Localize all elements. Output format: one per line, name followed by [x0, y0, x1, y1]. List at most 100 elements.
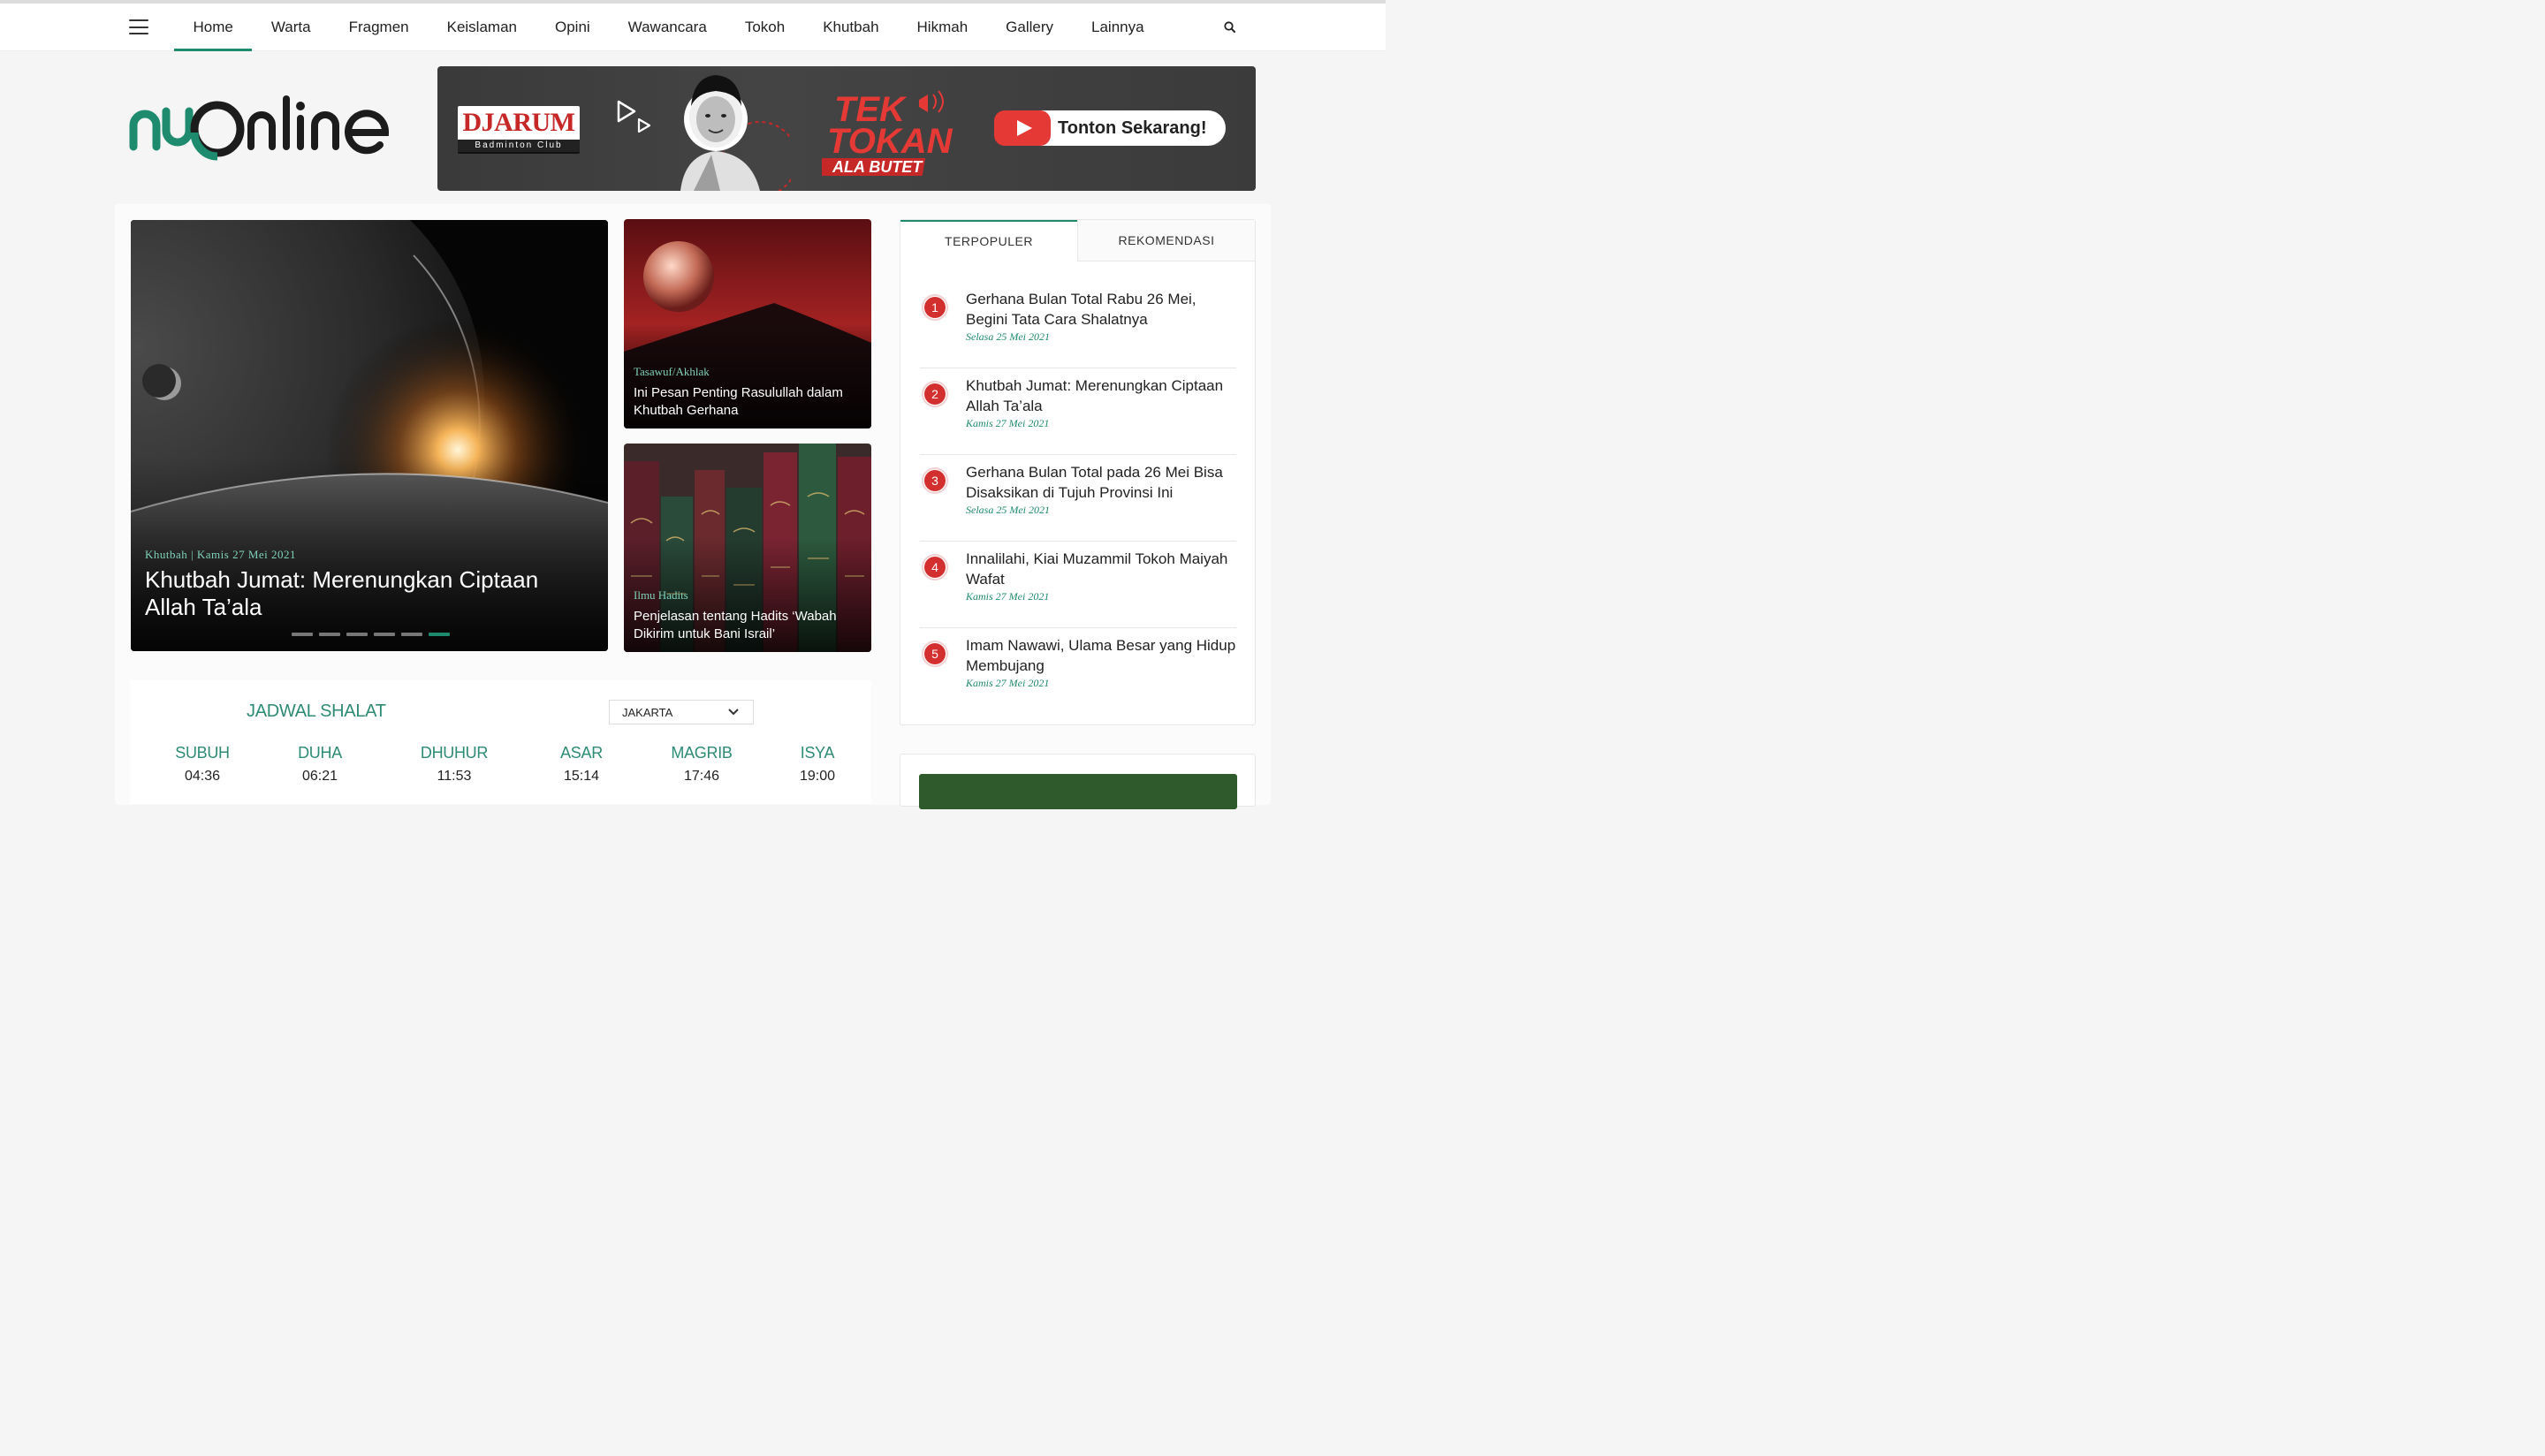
rank-number: 2 — [924, 383, 946, 405]
search-icon[interactable] — [1223, 20, 1237, 34]
popular-list: 1 Gerhana Bulan Total Rabu 26 Mei, Begin… — [920, 282, 1236, 715]
prayer-clock: 11:53 — [437, 769, 472, 784]
watch-now-label: Tonton Sekarang! — [1058, 118, 1207, 138]
slider-dot-5[interactable] — [401, 633, 422, 636]
campaign-line-3: ALA BUTET — [832, 158, 923, 176]
prayer-time-asar: ASAR 15:14 — [533, 744, 630, 785]
prayer-time-magrib: MAGRIB 17:46 — [653, 744, 750, 785]
prayer-time-isya: ISYA 19:00 — [769, 744, 866, 785]
slider-dot-1[interactable] — [292, 633, 313, 636]
nav-item-khutbah[interactable]: Khutbah — [804, 4, 898, 51]
watch-now-button[interactable]: Tonton Sekarang! — [994, 110, 1226, 146]
athlete-photo — [680, 75, 791, 191]
list-item[interactable]: 1 Gerhana Bulan Total Rabu 26 Mei, Begin… — [920, 282, 1236, 368]
prayer-time-subuh: SUBUH 04:36 — [154, 744, 251, 785]
slider-dot-4[interactable] — [374, 633, 395, 636]
play-icon — [617, 100, 651, 133]
popular-panel: TERPOPULER REKOMENDASI 1 Gerhana Bulan T… — [900, 219, 1256, 725]
djarum-brand: DJARUM — [462, 108, 575, 137]
nav-item-fragmen[interactable]: Fragmen — [330, 4, 428, 51]
side-article-title[interactable]: Penjelasan tentang Hadits ‘Wabah Dikirim… — [634, 608, 863, 643]
rank-number: 4 — [924, 557, 946, 578]
list-item[interactable]: 3 Gerhana Bulan Total pada 26 Mei Bisa D… — [920, 455, 1236, 542]
list-item[interactable]: 5 Imam Nawawi, Ulama Besar yang Hidup Me… — [920, 628, 1236, 715]
popular-date: Selasa 25 Mei 2021 — [966, 330, 1050, 343]
list-item[interactable]: 4 Innalilahi, Kiai Muzammil Tokoh Maiyah… — [920, 542, 1236, 628]
nav-item-tokoh[interactable]: Tokoh — [726, 4, 803, 51]
secondary-widget — [900, 754, 1256, 809]
prayer-clock: 06:21 — [301, 769, 338, 784]
prayer-name: ISYA — [800, 744, 835, 762]
prayer-schedule: JADWAL SHALAT JAKARTA SUBUH 04:36 DUHA 0… — [130, 680, 871, 804]
popular-title[interactable]: Khutbah Jumat: Merenungkan Ciptaan Allah… — [966, 375, 1236, 416]
popular-date: Selasa 25 Mei 2021 — [966, 504, 1050, 516]
side-article-eclipse[interactable]: Tasawuf/Akhlak Ini Pesan Penting Rasulul… — [624, 219, 871, 428]
rank-number: 3 — [924, 470, 946, 491]
prayer-title: JADWAL SHALAT — [247, 701, 386, 721]
list-item[interactable]: 2 Khutbah Jumat: Merenungkan Ciptaan All… — [920, 368, 1236, 455]
rank-badge: 1 — [922, 294, 948, 321]
slider-dot-6[interactable] — [429, 633, 450, 636]
youtube-icon — [994, 110, 1051, 146]
popular-date: Kamis 27 Mei 2021 — [966, 590, 1050, 603]
tab-bar: TERPOPULER REKOMENDASI — [900, 220, 1255, 262]
city-value: JAKARTA — [622, 706, 673, 719]
nav-item-wawancara[interactable]: Wawancara — [609, 4, 726, 51]
rank-badge: 2 — [922, 381, 948, 407]
nav-item-opini[interactable]: Opini — [536, 4, 609, 51]
nav-menu: Home Warta Fragmen Keislaman Opini Wawan… — [174, 4, 1163, 51]
main-nav: Home Warta Fragmen Keislaman Opini Wawan… — [0, 4, 1386, 51]
prayer-name: DHUHUR — [420, 744, 489, 762]
hero-title[interactable]: Khutbah Jumat: Merenungkan Ciptaan Allah… — [145, 566, 587, 621]
popular-date: Kamis 27 Mei 2021 — [966, 417, 1050, 429]
popular-title[interactable]: Innalilahi, Kiai Muzammil Tokoh Maiyah W… — [966, 549, 1236, 589]
nav-item-hikmah[interactable]: Hikmah — [898, 4, 987, 51]
popular-title[interactable]: Gerhana Bulan Total Rabu 26 Mei, Begini … — [966, 289, 1236, 330]
hero-category[interactable]: Khutbah — [145, 548, 187, 561]
slider-dot-3[interactable] — [346, 633, 368, 636]
popular-title[interactable]: Gerhana Bulan Total pada 26 Mei Bisa Dis… — [966, 462, 1236, 503]
campaign-line-2: TOKAN — [827, 122, 953, 161]
prayer-time-dhuhur: DHUHUR 11:53 — [406, 744, 503, 785]
djarum-subtitle: Badminton Club — [458, 140, 580, 152]
hero-date: Kamis 27 Mei 2021 — [196, 548, 297, 561]
tab-rekomendasi[interactable]: REKOMENDASI — [1077, 220, 1255, 262]
nav-item-home[interactable]: Home — [174, 4, 253, 51]
tab-terpopuler[interactable]: TERPOPULER — [900, 220, 1077, 262]
nav-item-lainnya[interactable]: Lainnya — [1073, 4, 1164, 51]
hero-separator: | — [191, 548, 194, 561]
rank-badge: 3 — [922, 467, 948, 494]
prayer-time-duha: DUHA 06:21 — [271, 744, 368, 785]
nav-item-warta[interactable]: Warta — [252, 4, 330, 51]
prayer-clock: 15:14 — [563, 769, 600, 784]
side-article-hadith[interactable]: Ilmu Hadits Penjelasan tentang Hadits ‘W… — [624, 444, 871, 652]
hero-meta: Khutbah | Kamis 27 Mei 2021 — [145, 548, 296, 562]
djarum-logo: DJARUM Badminton Club — [458, 106, 580, 152]
rank-badge: 5 — [922, 641, 948, 667]
rank-badge: 4 — [922, 554, 948, 580]
nuonline-logo[interactable] — [129, 95, 392, 163]
hamburger-menu-icon[interactable] — [129, 19, 148, 34]
campaign-logo: TEK TOKAN ALA BUTET — [822, 90, 953, 176]
prayer-clock: 04:36 — [184, 769, 221, 784]
prayer-name: ASAR — [560, 744, 603, 762]
slider-dots — [292, 633, 450, 636]
nav-item-keislaman[interactable]: Keislaman — [428, 4, 536, 51]
prayer-name: SUBUH — [175, 744, 230, 762]
widget-image[interactable] — [919, 774, 1237, 809]
prayer-clock: 17:46 — [683, 769, 720, 784]
side-article-category[interactable]: Tasawuf/Akhlak — [634, 365, 710, 379]
nav-item-gallery[interactable]: Gallery — [987, 4, 1073, 51]
prayer-clock: 19:00 — [799, 769, 836, 784]
ad-banner[interactable]: DJARUM Badminton Club TEK TOKAN ALA BUTE… — [437, 66, 1256, 191]
hero-slider[interactable]: Khutbah | Kamis 27 Mei 2021 Khutbah Juma… — [131, 220, 608, 651]
chevron-down-icon — [728, 709, 739, 716]
side-article-category[interactable]: Ilmu Hadits — [634, 588, 688, 603]
slider-dot-2[interactable] — [319, 633, 340, 636]
popular-title[interactable]: Imam Nawawi, Ulama Besar yang Hidup Memb… — [966, 635, 1236, 676]
popular-date: Kamis 27 Mei 2021 — [966, 677, 1050, 689]
city-select[interactable]: JAKARTA — [609, 700, 754, 724]
side-article-title[interactable]: Ini Pesan Penting Rasulullah dalam Khutb… — [634, 384, 863, 420]
prayer-name: DUHA — [298, 744, 342, 762]
rank-number: 5 — [924, 643, 946, 664]
